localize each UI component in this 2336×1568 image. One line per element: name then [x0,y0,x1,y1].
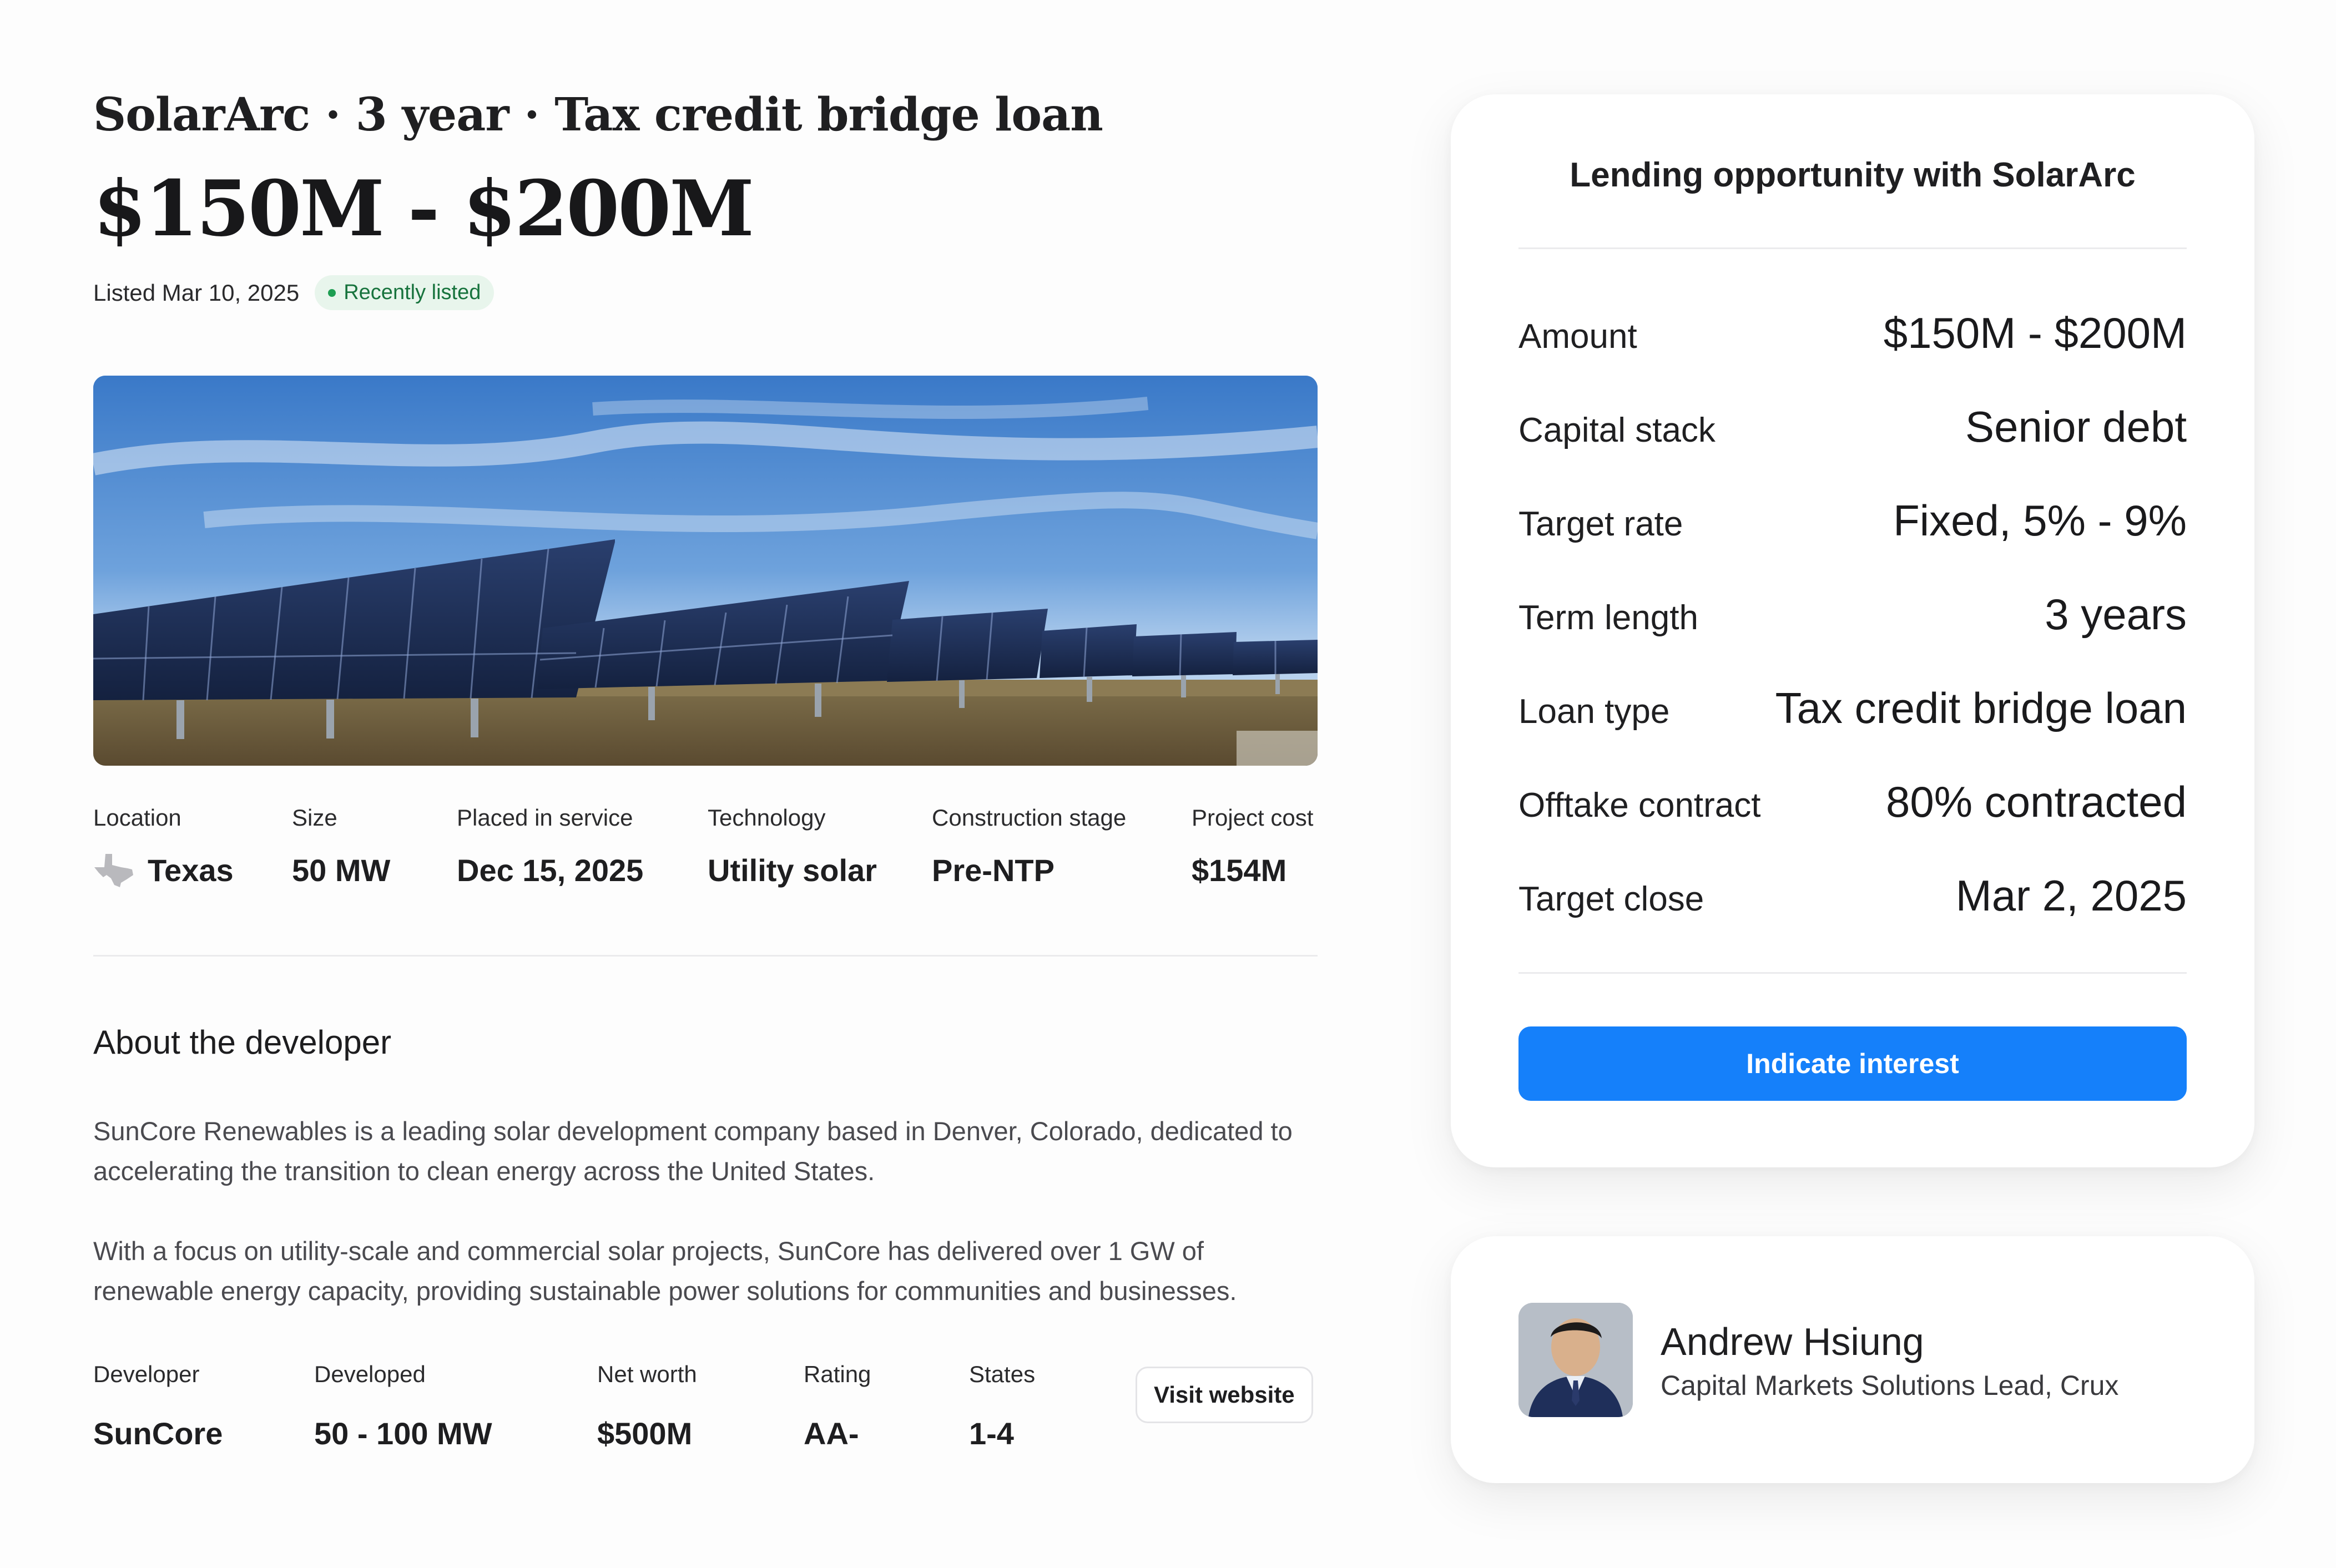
term-label: Loan type [1518,692,1670,731]
term-value: Tax credit bridge loan [1775,684,2187,732]
term-value: $150M - $200M [1883,308,2187,357]
texas-state-icon [94,853,133,887]
stat-label: Developed [314,1361,426,1388]
term-label: Target rate [1518,505,1683,543]
about-paragraph: With a focus on utility-scale and commer… [93,1236,1237,1306]
fact-label: Project cost [1192,805,1314,831]
badge-label: Recently listed [344,281,481,305]
stat-value: 50 - 100 MW [314,1416,492,1451]
stat-net-worth: Net worth $500M [597,1361,804,1451]
lending-opportunity-card: Lending opportunity with SolarArc Amount… [1451,94,2254,1167]
fact-technology: Technology Utility solar [708,805,932,888]
term-label: Capital stack [1518,411,1716,449]
fact-placed-in-service: Placed in service Dec 15, 2025 [457,805,708,888]
about-paragraph: SunCore Renewables is a leading solar de… [93,1116,1293,1186]
fact-project-cost: Project cost $154M [1192,805,1319,888]
status-dot-icon [328,289,336,297]
size-value: 50 MW [292,853,391,888]
fact-label: Construction stage [932,805,1127,831]
stat-developer: Developer SunCore [93,1361,314,1451]
recently-listed-badge: Recently listed [315,275,495,311]
card-divider [1518,247,2187,249]
about-developer-title: About the developer [93,1024,392,1061]
stat-developed: Developed 50 - 100 MW [314,1361,597,1451]
contact-card: Andrew Hsiung Capital Markets Solutions … [1451,1236,2254,1483]
solar-panels-illustration [93,376,1318,766]
fact-label: Location [93,805,181,831]
stat-value: 1-4 [969,1416,1014,1451]
listing-amount: $150M - $200M [93,163,754,254]
stat-value: $500M [597,1416,693,1451]
stat-value: AA- [804,1416,859,1451]
fact-label: Size [292,805,337,831]
fact-location: Location Texas [93,805,292,888]
avatar [1518,1303,1633,1417]
term-value: 3 years [2045,590,2187,639]
term-row: Target close Mar 2, 2025 [1518,871,2187,964]
term-row: Offtake contract 80% contracted [1518,777,2187,871]
visit-website-button[interactable]: Visit website [1136,1367,1313,1424]
project-facts: Location Texas Size 50 MW Placed in serv… [93,805,1320,888]
solar-farm-image [93,376,1318,766]
person-avatar-icon [1518,1303,1633,1417]
term-value: Mar 2, 2025 [1955,871,2187,920]
indicate-interest-button[interactable]: Indicate interest [1518,1026,2187,1101]
card-divider [1518,972,2187,974]
term-row: Loan type Tax credit bridge loan [1518,683,2187,777]
location-value: Texas [148,853,234,888]
term-label: Term length [1518,599,1698,637]
term-label: Amount [1518,317,1637,356]
term-row: Capital stack Senior debt [1518,402,2187,495]
developer-stats: Developer SunCore Developed 50 - 100 MW … [93,1361,1320,1451]
fact-label: Placed in service [457,805,633,831]
project-cost-value: $154M [1192,853,1287,888]
term-row: Amount $150M - $200M [1518,308,2187,402]
loan-terms: Amount $150M - $200M Capital stack Senio… [1518,308,2187,964]
listing-page: SolarArc · 3 year · Tax credit bridge lo… [0,0,2336,1568]
term-value: Senior debt [1965,402,2187,451]
stat-value: SunCore [93,1416,223,1451]
listing-details: SolarArc · 3 year · Tax credit bridge lo… [93,89,1320,1451]
stat-states: States 1-4 [969,1361,1108,1451]
stat-label: Rating [804,1361,871,1388]
term-label: Target close [1518,880,1704,918]
stat-label: Net worth [597,1361,697,1388]
listing-headline: SolarArc · 3 year · Tax credit bridge lo… [93,88,1103,141]
term-label: Offtake contract [1518,786,1761,825]
placed-in-service-value: Dec 15, 2025 [457,853,644,888]
contact-name: Andrew Hsiung [1661,1320,1924,1363]
opportunity-title: Lending opportunity with SolarArc [1570,156,2136,194]
fact-construction-stage: Construction stage Pre-NTP [932,805,1192,888]
stat-rating: Rating AA- [804,1361,969,1451]
fact-value-row: Texas [93,852,292,888]
technology-value: Utility solar [708,853,877,888]
listed-date: Listed Mar 10, 2025 [93,279,300,306]
term-value: Fixed, 5% - 9% [1893,496,2187,545]
section-divider [93,955,1318,957]
term-value: 80% contracted [1885,777,2187,826]
listing-meta: Listed Mar 10, 2025 Recently listed [93,275,1320,311]
stat-label: Developer [93,1361,200,1388]
fact-size: Size 50 MW [292,805,457,888]
stat-label: States [969,1361,1036,1388]
construction-stage-value: Pre-NTP [932,853,1055,888]
term-row: Target rate Fixed, 5% - 9% [1518,495,2187,589]
term-row: Term length 3 years [1518,589,2187,683]
contact-role: Capital Markets Solutions Lead, Crux [1661,1370,2119,1401]
fact-label: Technology [708,805,826,831]
